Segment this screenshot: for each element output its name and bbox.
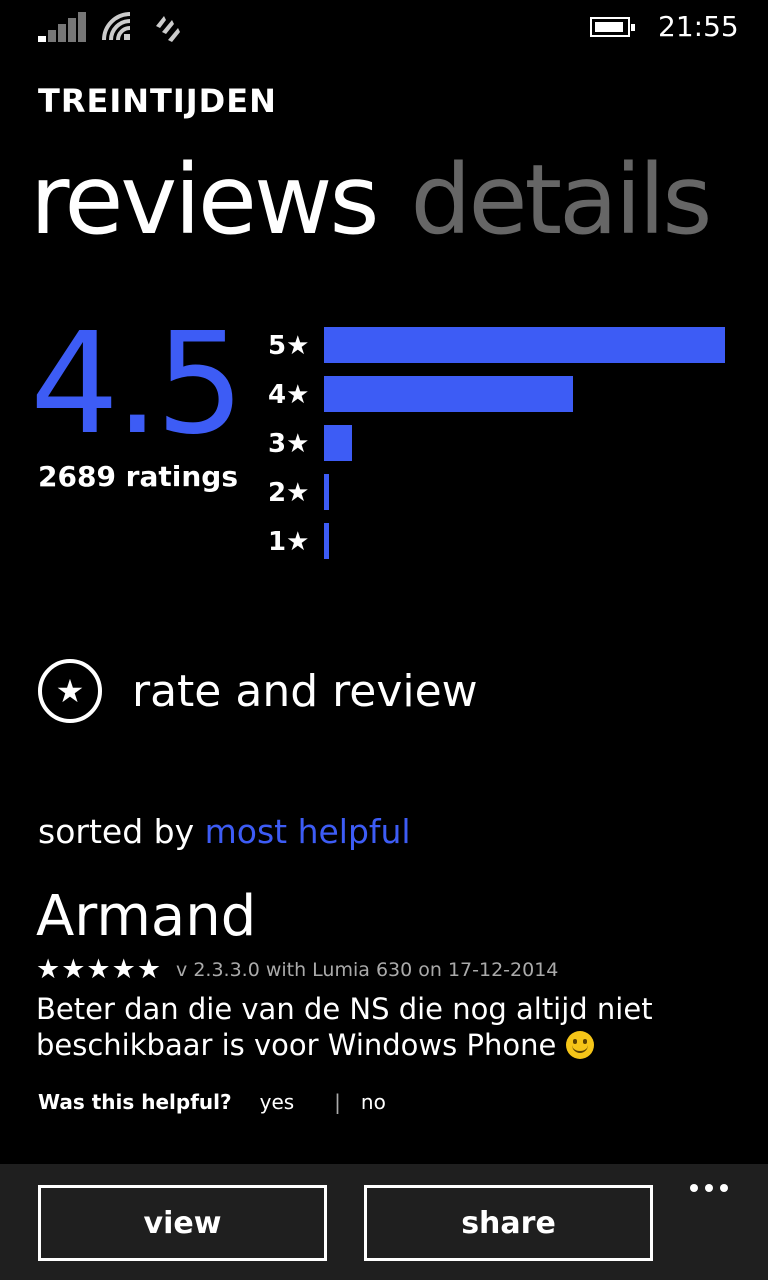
screen: 21:55 TREINTIJDEN reviews details 4.5 268…: [0, 0, 768, 1280]
wifi-icon: [100, 10, 136, 48]
ellipsis-icon[interactable]: [690, 1184, 728, 1192]
signal-icon: [38, 12, 88, 42]
distribution-bar: [324, 425, 352, 461]
review-author: Armand: [36, 884, 257, 949]
distribution-row-3: 3★: [268, 425, 728, 474]
review-meta: ★★★★★ v 2.3.3.0 with Lumia 630 on 17-12-…: [36, 954, 736, 985]
distribution-bar: [324, 474, 329, 510]
review-version-info: v 2.3.3.0 with Lumia 630 on 17-12-2014: [176, 958, 559, 981]
view-button[interactable]: view: [38, 1185, 327, 1261]
battery-icon: [590, 17, 635, 37]
distribution-bar: [324, 523, 329, 559]
distribution-row-4: 4★: [268, 376, 728, 425]
review-stars: ★★★★★: [36, 954, 163, 985]
review-item: Armand ★★★★★ v 2.3.3.0 with Lumia 630 on…: [36, 884, 736, 1063]
app-title: TREINTIJDEN: [38, 82, 277, 120]
smiley-icon: [565, 1031, 594, 1059]
review-body: Beter dan die van de NS die nog altijd n…: [36, 991, 736, 1063]
distribution-bar: [324, 376, 573, 412]
sort-value-link[interactable]: most helpful: [205, 812, 411, 851]
rate-and-review-button[interactable]: ★ rate and review: [38, 656, 478, 726]
distribution-label: 1★: [268, 527, 310, 557]
average-rating: 4.5: [30, 303, 245, 466]
distribution-row-1: 1★: [268, 523, 728, 572]
pivot-header: reviews details: [30, 140, 743, 260]
rate-and-review-label: rate and review: [132, 665, 478, 717]
rating-count: 2689 ratings: [38, 460, 239, 493]
distribution-label: 4★: [268, 380, 310, 410]
data-transfer-icon: [152, 10, 182, 48]
star-circle-icon: ★: [38, 659, 102, 723]
helpful-question: Was this helpful?: [38, 1090, 232, 1114]
helpful-prompt: Was this helpful? yes | no: [38, 1090, 386, 1114]
distribution-row-2: 2★: [268, 474, 728, 523]
helpful-yes-button[interactable]: yes: [260, 1090, 295, 1114]
app-bar: view share: [0, 1164, 768, 1280]
review-text: Beter dan die van de NS die nog altijd n…: [36, 992, 653, 1062]
distribution-label: 2★: [268, 478, 310, 508]
distribution-row-5: 5★: [268, 327, 728, 376]
tab-reviews[interactable]: reviews: [30, 140, 379, 260]
distribution-label: 3★: [268, 429, 310, 459]
clock: 21:55: [658, 10, 739, 43]
helpful-no-button[interactable]: no: [361, 1090, 386, 1114]
distribution-bar: [324, 327, 725, 363]
distribution-label: 5★: [268, 331, 310, 361]
sort-prefix: sorted by: [38, 812, 205, 851]
sort-control: sorted by most helpful: [38, 812, 411, 851]
status-bar: 21:55: [0, 0, 768, 58]
rating-distribution: 5★ 4★ 3★ 2★ 1★: [268, 327, 728, 572]
share-button[interactable]: share: [364, 1185, 653, 1261]
helpful-separator: |: [334, 1090, 341, 1114]
tab-details[interactable]: details: [411, 140, 713, 260]
